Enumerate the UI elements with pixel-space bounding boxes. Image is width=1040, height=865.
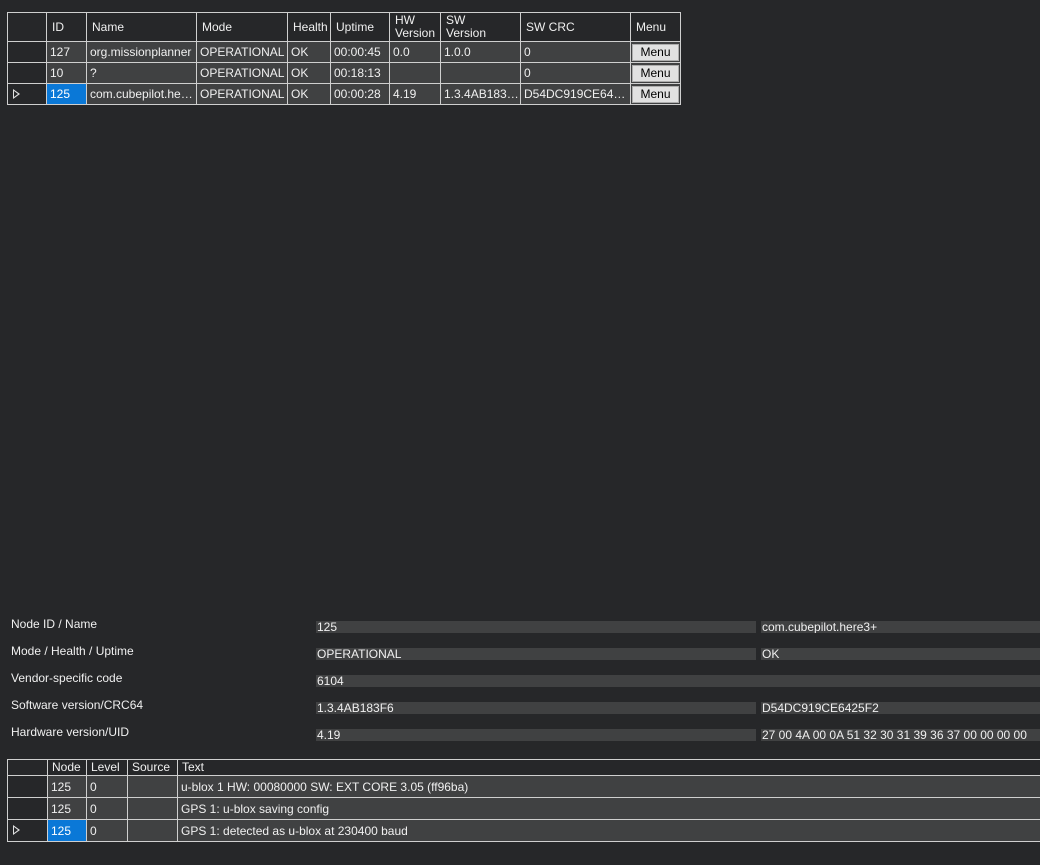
log-text-cell[interactable]: u-blox 1 HW: 00080000 SW: EXT CORE 3.05 … — [177, 775, 1040, 798]
node-menu-cell: Menu — [630, 83, 681, 105]
nodes-header-row: ID Name Mode Health Uptime HW Version SW V… — [7, 12, 681, 42]
header-line: HW — [395, 13, 415, 27]
column-header-sw-crc[interactable]: SW CRC — [520, 12, 631, 42]
node-sw-crc-cell[interactable]: D54DC919CE6425... — [520, 83, 631, 105]
hardware-uid-field[interactable]: 27 00 4A 00 0A 51 32 30 31 39 36 37 00 0… — [761, 729, 1040, 741]
node-row[interactable]: 127 org.missionplanner OPERATIONAL OK 00… — [7, 41, 681, 63]
column-header-hw-version[interactable]: HW Version — [389, 12, 441, 42]
node-sw-version-cell[interactable]: 1.0.0 — [440, 41, 521, 63]
log-source-cell[interactable] — [127, 797, 178, 820]
column-header-name[interactable]: Name — [86, 12, 197, 42]
health-field[interactable]: OK — [761, 648, 1040, 660]
column-header-node[interactable]: Node — [47, 759, 87, 776]
node-hw-version-cell[interactable] — [389, 62, 441, 84]
node-row[interactable]: 10 ? OPERATIONAL OK 00:18:13 0 Menu — [7, 62, 681, 84]
log-node-cell[interactable]: 125 — [47, 819, 87, 842]
log-level-cell[interactable]: 0 — [86, 797, 128, 820]
node-id-cell[interactable]: 127 — [46, 41, 87, 63]
node-id-name-label: Node ID / Name — [11, 617, 98, 631]
log-source-cell[interactable] — [127, 775, 178, 798]
node-sw-crc-cell[interactable]: 0 — [520, 62, 631, 84]
mode-health-uptime-label: Mode / Health / Uptime — [11, 644, 134, 658]
row-header-corner — [7, 12, 47, 42]
log-table: Node Level Source Text 125 0 u-blox 1 HW… — [7, 759, 1040, 842]
row-header-corner — [7, 759, 48, 776]
column-header-uptime[interactable]: Uptime — [330, 12, 390, 42]
node-sw-version-cell[interactable]: 1.3.4AB183F6 — [440, 83, 521, 105]
header-line: SW — [446, 13, 466, 27]
node-mode-cell[interactable]: OPERATIONAL — [196, 83, 288, 105]
node-name-cell[interactable]: com.cubepilot.here3+ — [86, 83, 197, 105]
node-health-cell[interactable]: OK — [287, 62, 331, 84]
log-header-row: Node Level Source Text — [7, 759, 1040, 776]
hardware-version-label: Hardware version/UID — [11, 725, 130, 739]
node-uptime-cell[interactable]: 00:00:28 — [330, 83, 390, 105]
node-menu-button[interactable]: Menu — [632, 64, 679, 82]
column-header-menu[interactable]: Menu — [630, 12, 681, 42]
header-line: Version — [395, 26, 436, 40]
node-menu-button[interactable]: Menu — [632, 43, 679, 61]
log-source-cell[interactable] — [127, 819, 178, 842]
node-id-cell[interactable]: 10 — [46, 62, 87, 84]
software-version-field[interactable]: 1.3.4AB183F6 — [316, 702, 756, 714]
node-health-cell[interactable]: OK — [287, 41, 331, 63]
row-header[interactable] — [7, 797, 48, 820]
node-menu-cell: Menu — [630, 41, 681, 63]
node-uptime-cell[interactable]: 00:18:13 — [330, 62, 390, 84]
column-header-mode[interactable]: Mode — [196, 12, 288, 42]
column-header-text[interactable]: Text — [177, 759, 1040, 776]
node-name-cell[interactable]: ? — [86, 62, 197, 84]
header-line: Version — [446, 26, 487, 40]
node-sw-version-cell[interactable] — [440, 62, 521, 84]
node-row-selected[interactable]: 125 com.cubepilot.here3+ OPERATIONAL OK … — [7, 83, 681, 105]
node-menu-button[interactable]: Menu — [632, 85, 679, 103]
row-header[interactable] — [7, 83, 47, 105]
log-row[interactable]: 125 0 GPS 1: u-blox saving config — [7, 797, 1040, 820]
node-uptime-cell[interactable]: 00:00:45 — [330, 41, 390, 63]
node-sw-crc-cell[interactable]: 0 — [520, 41, 631, 63]
row-header[interactable] — [7, 819, 48, 842]
row-header[interactable] — [7, 775, 48, 798]
vendor-code-field[interactable]: 6104 — [316, 675, 1040, 687]
node-mode-cell[interactable]: OPERATIONAL — [196, 62, 288, 84]
row-header[interactable] — [7, 41, 47, 63]
log-node-cell[interactable]: 125 — [47, 775, 87, 798]
node-menu-cell: Menu — [630, 62, 681, 84]
row-header[interactable] — [7, 62, 47, 84]
mode-field[interactable]: OPERATIONAL — [316, 648, 756, 660]
software-version-label: Software version/CRC64 — [11, 698, 144, 712]
log-level-cell[interactable]: 0 — [86, 819, 128, 842]
column-header-level[interactable]: Level — [86, 759, 128, 776]
column-header-health[interactable]: Health — [287, 12, 331, 42]
node-health-cell[interactable]: OK — [287, 83, 331, 105]
log-node-cell[interactable]: 125 — [47, 797, 87, 820]
node-name-field[interactable]: com.cubepilot.here3+ — [761, 621, 1040, 633]
node-mode-cell[interactable]: OPERATIONAL — [196, 41, 288, 63]
log-level-cell[interactable]: 0 — [86, 775, 128, 798]
log-row-selected[interactable]: 125 0 GPS 1: detected as u-blox at 23040… — [7, 819, 1040, 842]
column-header-id[interactable]: ID — [46, 12, 87, 42]
software-crc-field[interactable]: D54DC919CE6425F2 — [761, 702, 1040, 714]
node-id-field[interactable]: 125 — [316, 621, 756, 633]
log-row[interactable]: 125 0 u-blox 1 HW: 00080000 SW: EXT CORE… — [7, 775, 1040, 798]
node-hw-version-cell[interactable]: 0.0 — [389, 41, 441, 63]
node-id-cell[interactable]: 125 — [46, 83, 87, 105]
vendor-code-label: Vendor-specific code — [11, 671, 123, 685]
log-text-cell[interactable]: GPS 1: detected as u-blox at 230400 baud — [177, 819, 1040, 842]
log-text-cell[interactable]: GPS 1: u-blox saving config — [177, 797, 1040, 820]
column-header-sw-version[interactable]: SW Version — [440, 12, 521, 42]
column-header-source[interactable]: Source — [127, 759, 178, 776]
row-pointer-icon — [13, 825, 20, 835]
node-hw-version-cell[interactable]: 4.19 — [389, 83, 441, 105]
hardware-version-field[interactable]: 4.19 — [316, 729, 756, 741]
row-pointer-icon — [13, 89, 20, 99]
nodes-table: ID Name Mode Health Uptime HW Version SW V… — [7, 12, 681, 105]
node-name-cell[interactable]: org.missionplanner — [86, 41, 197, 63]
